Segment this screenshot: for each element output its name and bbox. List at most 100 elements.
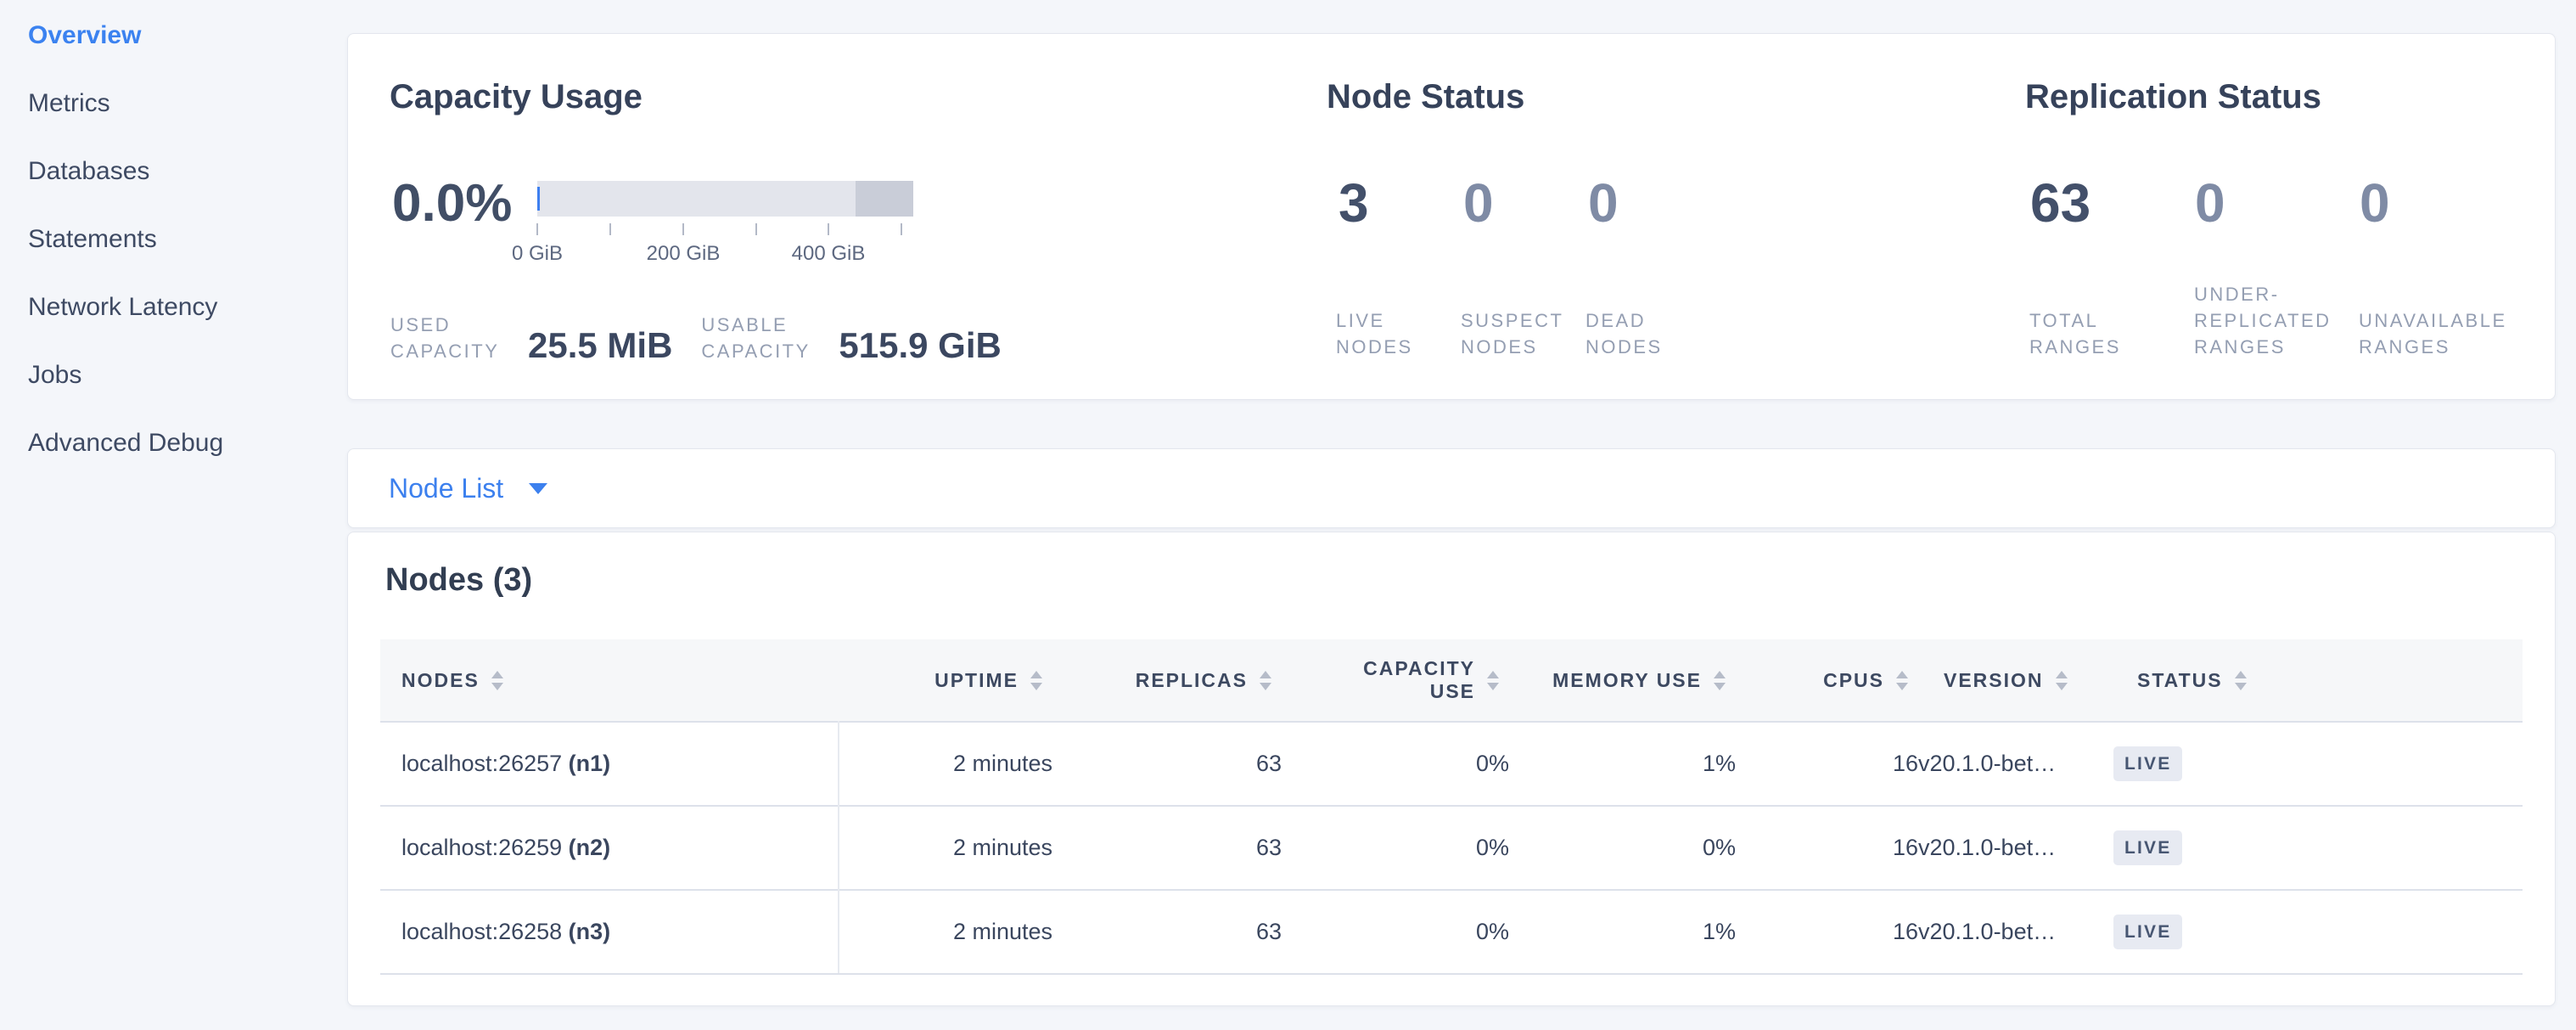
sort-icon — [1487, 671, 1499, 690]
column-header-status[interactable]: STATUS — [2113, 639, 2523, 722]
uptime-cell: 2 minutes — [839, 890, 1052, 974]
node-id: (n1) — [569, 751, 611, 776]
replication-status-title: Replication Status — [2025, 78, 2321, 115]
column-header-nodes[interactable]: NODES — [380, 639, 839, 722]
used-capacity-value: 25.5 MiB — [528, 327, 672, 364]
sidebar-item-network-latency[interactable]: Network Latency — [0, 273, 347, 341]
node-id: (n2) — [569, 835, 611, 860]
axis-tick — [536, 223, 538, 235]
table-row: localhost:26257 (n1) 2 minutes 63 0% 1% … — [380, 722, 2523, 806]
sidebar-item-statements[interactable]: Statements — [0, 205, 347, 273]
total-ranges-count: 63 — [2030, 172, 2195, 234]
sort-icon — [1896, 671, 1908, 690]
capacity-usage-title: Capacity Usage — [390, 78, 643, 115]
under-replicated-ranges-label: UNDER-REPLICATED RANGES — [2194, 281, 2359, 360]
sort-icon — [1030, 671, 1042, 690]
status-cell: LIVE — [2113, 722, 2523, 806]
uptime-cell: 2 minutes — [839, 722, 1052, 806]
sidebar-item-advanced-debug[interactable]: Advanced Debug — [0, 409, 347, 477]
nodes-section-title: Nodes (3) — [385, 561, 532, 599]
used-capacity-label: USED CAPACITY — [390, 312, 509, 364]
suspect-nodes-count: 0 — [1463, 172, 1588, 234]
capacity-usage-section: Capacity Usage 0.0% 0 GiB 200 GiB 400 Gi… — [390, 34, 1238, 399]
capacity-use-cell: 0% — [1282, 722, 1509, 806]
live-nodes-label: LIVE NODES — [1336, 307, 1461, 360]
column-header-uptime[interactable]: UPTIME — [839, 639, 1052, 722]
column-header-capacity-use[interactable]: CAPACITY USE — [1282, 639, 1509, 722]
table-row: localhost:26259 (n2) 2 minutes 63 0% 0% … — [380, 806, 2523, 890]
node-name-cell[interactable]: localhost:26257 (n1) — [380, 722, 839, 806]
column-header-memory-use[interactable]: MEMORY USE — [1509, 639, 1736, 722]
dead-nodes-label: DEAD NODES — [1585, 307, 1710, 360]
axis-tick — [609, 223, 611, 235]
replicas-cell: 63 — [1052, 722, 1282, 806]
replication-status-section: Replication Status 63 0 0 TOTAL RANGES U… — [2025, 34, 2551, 399]
cluster-summary-card: Capacity Usage 0.0% 0 GiB 200 GiB 400 Gi… — [347, 33, 2556, 400]
memory-use-cell: 1% — [1509, 890, 1736, 974]
sidebar-item-jobs[interactable]: Jobs — [0, 341, 347, 409]
axis-tick — [901, 223, 902, 235]
view-selector-card: Node List — [347, 448, 2556, 528]
node-status-labels: LIVE NODES SUSPECT NODES DEAD NODES — [1336, 307, 1710, 360]
cluster-overview-page: Overview Metrics Databases Statements Ne… — [0, 0, 2576, 1030]
sidebar-item-overview[interactable]: Overview — [0, 2, 347, 70]
capacity-use-cell: 0% — [1282, 890, 1509, 974]
cpus-cell: 16 — [1736, 806, 1918, 890]
node-list-dropdown[interactable]: Node List — [389, 473, 547, 504]
replication-status-values: 63 0 0 — [2030, 172, 2524, 234]
column-header-cpus[interactable]: CPUS — [1736, 639, 1918, 722]
version-cell: v20.1.0-bet… — [1918, 722, 2113, 806]
axis-tick — [755, 223, 757, 235]
capacity-bar-used-marker — [537, 187, 540, 211]
replication-status-labels: TOTAL RANGES UNDER-REPLICATED RANGES UNA… — [2029, 281, 2523, 360]
table-row: localhost:26258 (n3) 2 minutes 63 0% 1% … — [380, 890, 2523, 974]
node-id: (n3) — [569, 919, 611, 944]
chevron-down-icon — [529, 483, 547, 494]
node-status-values: 3 0 0 — [1339, 172, 1713, 234]
node-status-section: Node Status 3 0 0 LIVE NODES SUSPECT NOD… — [1327, 34, 1921, 399]
axis-tick — [828, 223, 829, 235]
sort-icon — [2056, 671, 2068, 690]
under-replicated-ranges-count: 0 — [2195, 172, 2360, 234]
node-name-cell[interactable]: localhost:26259 (n2) — [380, 806, 839, 890]
dead-nodes-count: 0 — [1588, 172, 1713, 234]
total-ranges-label: TOTAL RANGES — [2029, 307, 2194, 360]
nodes-card: Nodes (3) NODES UPTIME — [347, 532, 2556, 1006]
capacity-bar-other-segment — [856, 181, 913, 217]
status-badge: LIVE — [2113, 746, 2182, 781]
version-cell: v20.1.0-bet… — [1918, 806, 2113, 890]
axis-tick — [682, 223, 684, 235]
sidebar: Overview Metrics Databases Statements Ne… — [0, 2, 347, 477]
status-badge: LIVE — [2113, 915, 2182, 949]
node-name-cell[interactable]: localhost:26258 (n3) — [380, 890, 839, 974]
version-cell: v20.1.0-bet… — [1918, 890, 2113, 974]
axis-label-400gib: 400 GiB — [792, 242, 866, 266]
cpus-cell: 16 — [1736, 722, 1918, 806]
column-header-replicas[interactable]: REPLICAS — [1052, 639, 1282, 722]
replicas-cell: 63 — [1052, 890, 1282, 974]
usable-capacity-label: USABLE CAPACITY — [701, 312, 820, 364]
capacity-bar — [537, 181, 913, 217]
replicas-cell: 63 — [1052, 806, 1282, 890]
nodes-table: NODES UPTIME REPLICAS CAPACITY USE MEMOR — [380, 639, 2523, 975]
column-header-version[interactable]: VERSION — [1918, 639, 2113, 722]
sidebar-item-metrics[interactable]: Metrics — [0, 70, 347, 138]
sidebar-item-databases[interactable]: Databases — [0, 138, 347, 205]
status-badge: LIVE — [2113, 830, 2182, 865]
capacity-stats: USED CAPACITY 25.5 MiB USABLE CAPACITY 5… — [390, 312, 1030, 364]
node-status-title: Node Status — [1327, 78, 1524, 115]
sort-icon — [2235, 671, 2247, 690]
axis-label-0gib: 0 GiB — [512, 242, 563, 266]
usable-capacity-value: 515.9 GiB — [839, 327, 1001, 364]
sort-icon — [491, 671, 503, 690]
capacity-bar-chart: 0 GiB 200 GiB 400 GiB — [537, 181, 913, 217]
unavailable-ranges-count: 0 — [2360, 172, 2524, 234]
capacity-used-percent: 0.0% — [392, 174, 512, 234]
capacity-use-cell: 0% — [1282, 806, 1509, 890]
sort-icon — [1260, 671, 1271, 690]
status-cell: LIVE — [2113, 890, 2523, 974]
live-nodes-count: 3 — [1339, 172, 1463, 234]
table-header-row: NODES UPTIME REPLICAS CAPACITY USE MEMOR — [380, 639, 2523, 722]
status-cell: LIVE — [2113, 806, 2523, 890]
node-list-dropdown-label: Node List — [389, 473, 503, 504]
